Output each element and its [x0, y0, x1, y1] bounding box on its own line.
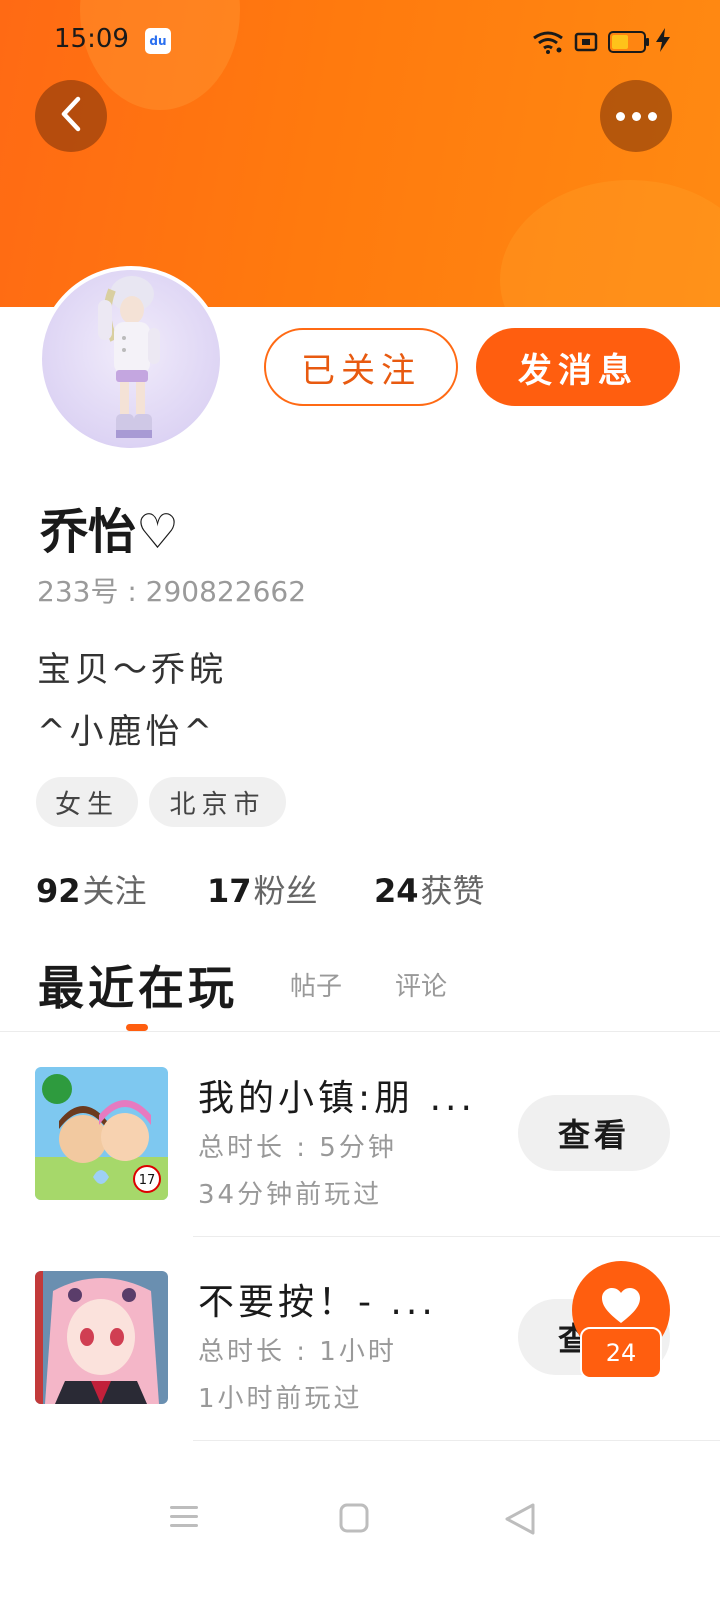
gender-tag: 女生 — [36, 777, 138, 827]
divider — [193, 1236, 720, 1237]
avatar[interactable] — [38, 266, 224, 452]
avatar-character-image — [98, 276, 160, 438]
likes-count: 24 — [374, 872, 419, 910]
more-button[interactable] — [600, 80, 672, 152]
send-message-button[interactable]: 发消息 — [476, 328, 680, 406]
charging-icon — [656, 27, 670, 57]
status-icons — [532, 27, 670, 57]
battery-level — [612, 35, 628, 49]
status-bar: 15:09 du — [0, 0, 720, 80]
bio-line: 宝贝～乔皖 — [37, 650, 227, 690]
followed-button[interactable]: 已关注 — [264, 328, 458, 406]
active-tab-indicator — [126, 1024, 148, 1031]
screen-cast-icon — [574, 32, 598, 52]
system-nav-bar — [0, 1460, 720, 1600]
battery-icon — [608, 31, 649, 53]
likes-stat[interactable]: 24获赞 — [374, 866, 485, 912]
chevron-left-icon — [57, 95, 85, 137]
game-badge: 17 — [139, 1173, 156, 1188]
divider — [0, 1031, 720, 1032]
likes-label: 获赞 — [420, 872, 485, 910]
back-triangle-icon[interactable] — [503, 1502, 537, 1540]
game-thumbnail: 17 — [35, 1067, 168, 1200]
tab-posts[interactable]: 帖子 — [290, 966, 342, 1003]
game-title: 不要按！- ... — [198, 1282, 437, 1323]
game-last-played: 34分钟前玩过 — [198, 1180, 383, 1210]
game-duration: 总时长 : 1小时 — [198, 1337, 397, 1367]
user-id[interactable]: 233号 : 290822662 — [37, 570, 306, 610]
fans-count: 17 — [207, 872, 252, 910]
fans-stat[interactable]: 17粉丝 — [207, 866, 318, 912]
tab-comments[interactable]: 评论 — [395, 966, 447, 1003]
following-label: 关注 — [82, 872, 147, 910]
menu-icon[interactable] — [168, 1502, 200, 1536]
tab-recently-played[interactable]: 最近在玩 — [38, 952, 238, 1018]
like-count-badge: 24 — [580, 1327, 662, 1379]
game-title: 我的小镇:朋 ... — [198, 1078, 476, 1119]
divider — [193, 1440, 720, 1441]
fans-label: 粉丝 — [253, 872, 318, 910]
wifi-icon — [532, 30, 564, 54]
banner-decoration — [500, 180, 720, 307]
more-dots-icon — [615, 111, 657, 121]
baidu-app-icon: du — [145, 28, 171, 54]
game-list-item[interactable]: 17 我的小镇:朋 ... 总时长 : 5分钟 34分钟前玩过 查看 — [0, 1035, 720, 1235]
game-last-played: 1小时前玩过 — [198, 1384, 363, 1414]
profile-name: 乔怡♡ — [40, 504, 180, 560]
heart-icon — [600, 1287, 642, 1329]
game-thumbnail — [35, 1271, 168, 1404]
status-time: 15:09 — [54, 24, 129, 54]
home-square-icon[interactable] — [338, 1502, 370, 1538]
following-count: 92 — [36, 872, 81, 910]
back-button[interactable] — [35, 80, 107, 152]
location-tag: 北京市 — [149, 777, 286, 827]
view-button[interactable]: 查看 — [518, 1095, 670, 1171]
game-duration: 总时长 : 5分钟 — [198, 1133, 397, 1163]
following-stat[interactable]: 92关注 — [36, 866, 147, 912]
bio-line: ^小鹿怡^ — [37, 712, 216, 752]
